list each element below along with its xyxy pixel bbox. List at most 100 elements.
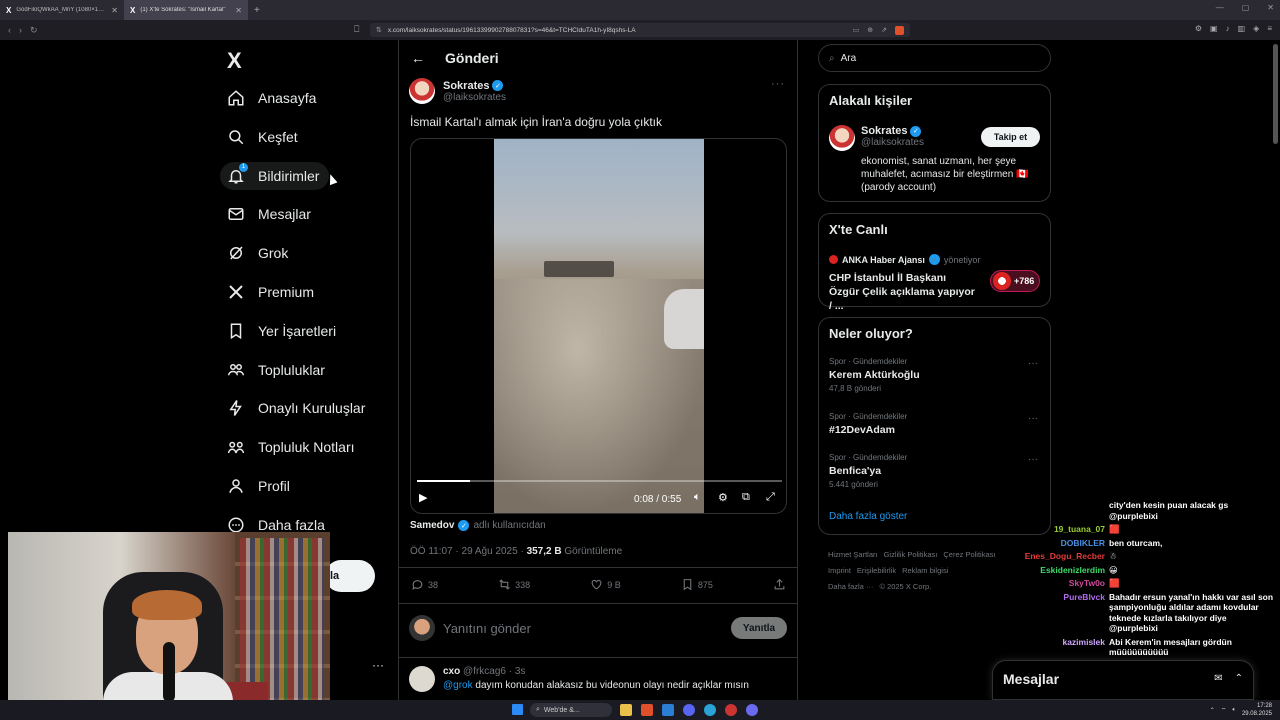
volume-icon[interactable]: 🔈︎ bbox=[694, 491, 701, 504]
post-more-icon[interactable]: ··· bbox=[771, 78, 785, 90]
author-name[interactable]: Sokrates ✓ bbox=[443, 80, 506, 92]
footer-link[interactable]: Daha fazla ··· bbox=[828, 582, 873, 591]
reply-input[interactable]: Yanıtını gönder bbox=[443, 621, 731, 636]
tab-close-icon[interactable]: ✕ bbox=[235, 6, 242, 15]
source-name[interactable]: Samedov bbox=[410, 520, 454, 531]
browser-tab-1[interactable]: X GodFiloQWkAA_MnY (1080×1350) ✕ bbox=[0, 0, 124, 20]
footer-link[interactable]: Reklam bilgisi bbox=[902, 566, 948, 575]
address-bar[interactable]: ⇅ x.com/laiksokrates/status/196133999027… bbox=[370, 23, 910, 37]
zoom-icon[interactable]: ⊕ bbox=[867, 26, 873, 35]
new-message-icon[interactable]: ✉ bbox=[1214, 673, 1222, 684]
trend-item[interactable]: Spor · Gündemdekiler #12DevAdam bbox=[829, 412, 907, 436]
play-icon[interactable]: ▶ bbox=[419, 491, 427, 504]
tab-close-icon[interactable]: ✕ bbox=[111, 6, 118, 15]
music-icon[interactable]: ♪ bbox=[1226, 24, 1230, 33]
share-action[interactable] bbox=[773, 578, 786, 591]
video-frame[interactable] bbox=[494, 139, 704, 513]
trend-more-icon[interactable]: ··· bbox=[1028, 454, 1038, 465]
reload-icon[interactable]: ↻ bbox=[30, 25, 38, 36]
video-progress-bar[interactable] bbox=[417, 480, 782, 482]
trend-item[interactable]: Spor · Gündemdekiler Kerem Aktürkoğlu 47,8… bbox=[829, 357, 920, 393]
avatar[interactable] bbox=[409, 666, 435, 692]
share-icon[interactable]: ⇗ bbox=[881, 26, 887, 35]
sidebar-item-anasayfa[interactable]: Anasayfa bbox=[220, 84, 326, 112]
author-handle[interactable]: @laiksokrates bbox=[443, 92, 506, 103]
footer-link[interactable]: Imprint bbox=[828, 566, 851, 575]
new-tab-icon[interactable]: + bbox=[248, 5, 266, 16]
trend-more-icon[interactable]: ··· bbox=[1028, 413, 1038, 424]
clock[interactable]: 17:28 29.08.2025 bbox=[1242, 702, 1272, 718]
live-title[interactable]: CHP İstanbul İl Başkanı Özgür Çelik açık… bbox=[829, 271, 979, 313]
avatar[interactable] bbox=[829, 125, 855, 151]
like-action[interactable]: 9 B bbox=[590, 578, 621, 591]
related-person[interactable]: Sokrates ✓ @laiksokrates bbox=[829, 125, 924, 151]
sidebar-item-onaylı-kuruluşlar[interactable]: Onaylı Kuruluşlar bbox=[220, 394, 375, 422]
post-button[interactable]: la bbox=[325, 560, 375, 592]
brave-browser-icon[interactable] bbox=[641, 704, 653, 716]
follow-button[interactable]: Takip et bbox=[981, 127, 1040, 147]
footer-link[interactable]: Çerez Politikası bbox=[943, 550, 995, 559]
discord-icon[interactable] bbox=[683, 704, 695, 716]
extension-puzzle-icon[interactable]: ⚙ bbox=[1195, 24, 1202, 33]
tray-chevron-icon[interactable]: ⌃ bbox=[1210, 707, 1215, 714]
trend-more-icon[interactable]: ··· bbox=[1028, 358, 1038, 369]
footer-link[interactable]: Hizmet Şartları bbox=[828, 550, 878, 559]
network-icon[interactable]: ⌔ bbox=[1221, 706, 1227, 714]
post-timestamp[interactable]: ÖÖ 11:07 · 29 Ağu 2025 · bbox=[410, 546, 527, 557]
footer-link[interactable]: © 2025 X Corp. bbox=[879, 582, 931, 591]
x-logo-icon[interactable]: X bbox=[227, 48, 242, 74]
reply-author-name[interactable]: cxo bbox=[443, 666, 460, 677]
reply-tweet[interactable]: cxo @frkcag6 · 3s @grok dayım konudan al… bbox=[409, 666, 749, 692]
back-icon[interactable]: ‹ bbox=[8, 25, 11, 36]
trend-item[interactable]: Spor · Gündemdekiler Benfica'ya 5.441 gönd… bbox=[829, 453, 907, 489]
sidebar-item-keşfet[interactable]: Keşfet bbox=[220, 123, 308, 151]
repost-action[interactable]: 338 bbox=[498, 578, 530, 591]
live-listeners-badge[interactable]: +786 bbox=[990, 270, 1040, 292]
sidebar-toggle-icon[interactable]: ▥ bbox=[1238, 24, 1246, 33]
avatar[interactable] bbox=[409, 78, 435, 104]
footer-link[interactable]: Gizlilik Politikası bbox=[884, 550, 938, 559]
brave-shield-icon[interactable] bbox=[895, 25, 904, 35]
app-icon[interactable] bbox=[725, 704, 737, 716]
volume-tray-icon[interactable]: 🔈︎ bbox=[1232, 707, 1236, 714]
mention-link[interactable]: @grok bbox=[443, 680, 473, 691]
back-arrow-icon[interactable]: ← bbox=[411, 50, 425, 66]
obs-icon[interactable] bbox=[746, 704, 758, 716]
sidebar-item-topluluk-notları[interactable]: Topluluk Notları bbox=[220, 433, 365, 461]
pip-icon[interactable]: ⧉ bbox=[742, 491, 750, 504]
messages-drawer[interactable]: Mesajlar ✉ ⌃ bbox=[992, 660, 1254, 700]
sidebar-item-bildirimler[interactable]: 1 Bildirimler bbox=[220, 161, 330, 190]
taskbar-search[interactable]: ⌕ Web'de &... bbox=[530, 703, 612, 717]
footer-link[interactable]: Erişilebilirlik bbox=[857, 566, 896, 575]
search-input[interactable]: ⌕ Ara bbox=[818, 44, 1051, 72]
wallet-icon[interactable]: ◈ bbox=[1253, 24, 1259, 33]
settings-gear-icon[interactable]: ⚙ bbox=[718, 491, 728, 504]
browser-tab-2[interactable]: X (1) X'te Sokrates: "İsmail Kartal" ✕ bbox=[124, 0, 248, 20]
scrollbar[interactable] bbox=[1273, 44, 1278, 144]
extension-icon[interactable]: ▣ bbox=[1210, 24, 1218, 33]
expand-icon[interactable]: ⌃ bbox=[1235, 673, 1243, 684]
fullscreen-icon[interactable]: ⤢ bbox=[766, 491, 775, 504]
sidebar-item-profil[interactable]: Profil bbox=[220, 472, 300, 500]
sidebar-item-mesajlar[interactable]: Mesajlar bbox=[220, 200, 321, 228]
menu-icon[interactable]: ≡ bbox=[1267, 24, 1272, 33]
telegram-icon[interactable] bbox=[704, 704, 716, 716]
site-info-icon[interactable]: ⇅ bbox=[376, 26, 382, 34]
person-name[interactable]: Sokrates ✓ bbox=[861, 125, 924, 137]
windows-start-icon[interactable] bbox=[512, 704, 523, 715]
live-host[interactable]: ANKA Haber Ajansı ✓ yönetiyor bbox=[829, 254, 980, 265]
store-icon[interactable] bbox=[662, 704, 674, 716]
bookmark-action[interactable]: 875 bbox=[681, 578, 713, 591]
sidebar-item-topluluklar[interactable]: Topluluklar bbox=[220, 356, 335, 384]
reply-button[interactable]: Yanıtla bbox=[731, 617, 787, 639]
window-close-icon[interactable]: ✕ bbox=[1267, 3, 1274, 12]
file-explorer-icon[interactable] bbox=[620, 704, 632, 716]
sidebar-item-grok[interactable]: Grok bbox=[220, 239, 298, 267]
video-player[interactable]: ▶ 0:08 / 0:55 🔈︎ ⚙ ⧉ ⤢ bbox=[410, 138, 787, 514]
forward-icon[interactable]: › bbox=[19, 25, 22, 36]
screen-icon[interactable]: ▭ bbox=[853, 26, 860, 35]
show-more-link[interactable]: Daha fazla göster bbox=[829, 511, 907, 522]
post-author[interactable]: Sokrates ✓ @laiksokrates bbox=[409, 78, 506, 104]
reply-action[interactable]: 38 bbox=[411, 578, 438, 591]
bookmark-page-icon[interactable]: ⎕ bbox=[354, 24, 359, 35]
